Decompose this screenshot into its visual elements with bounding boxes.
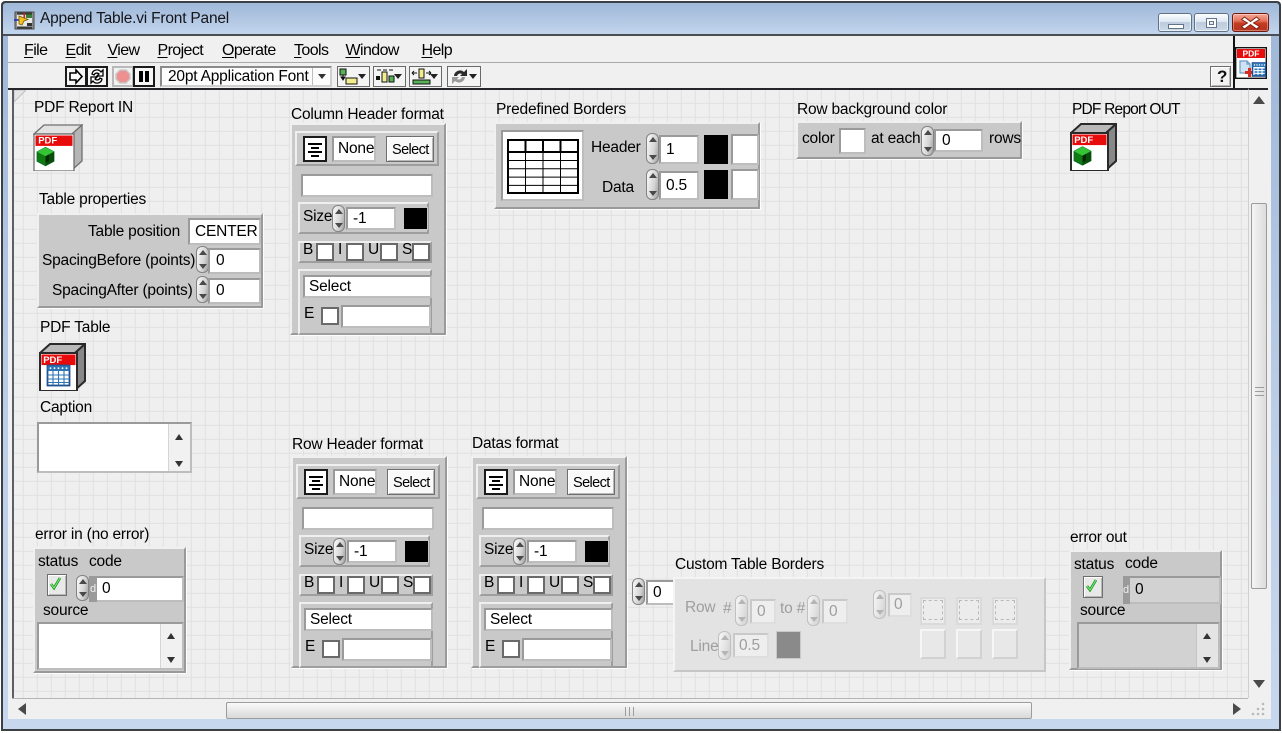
svg-text:PDF: PDF xyxy=(38,136,57,147)
svg-text:PDF: PDF xyxy=(1074,135,1093,146)
svg-text:PDF: PDF xyxy=(43,355,62,366)
svg-text:PDF: PDF xyxy=(1243,49,1260,59)
